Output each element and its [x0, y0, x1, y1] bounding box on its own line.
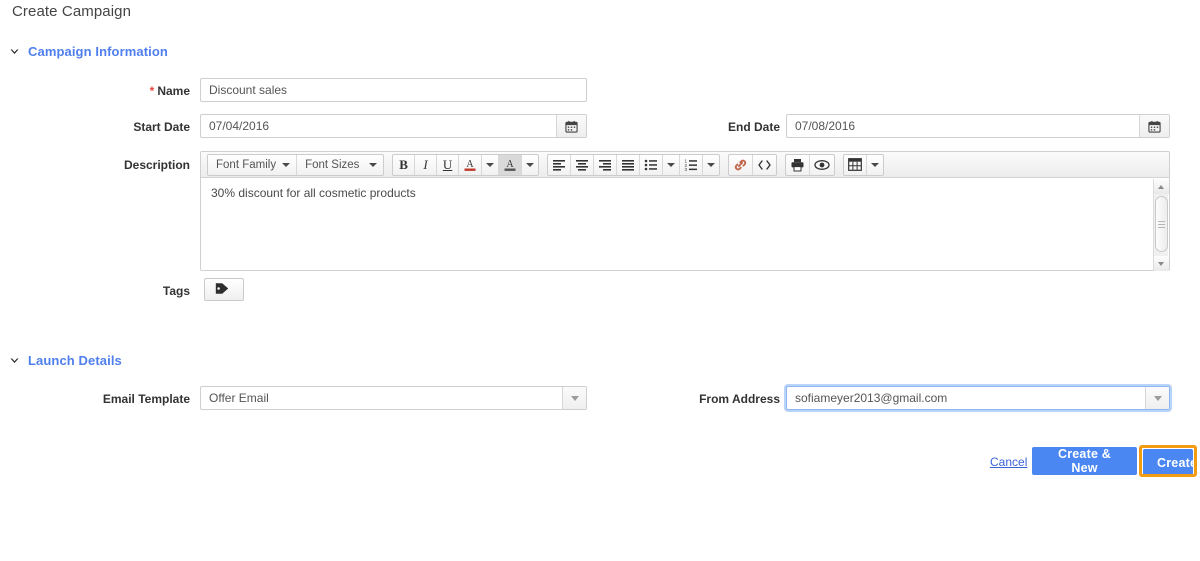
font-sizes-label: Font Sizes	[305, 158, 360, 171]
align-right-icon[interactable]	[594, 154, 618, 175]
calendar-icon-end-date[interactable]	[1139, 115, 1169, 137]
scroll-thumb-grip	[1157, 219, 1165, 230]
label-name: * Name	[112, 84, 190, 98]
start-date-field[interactable]	[200, 114, 587, 138]
toolbar-group-text-style: B I U A A	[392, 153, 540, 176]
label-description: Description	[123, 158, 190, 172]
end-date-field[interactable]	[786, 114, 1170, 138]
print-icon[interactable]	[786, 154, 811, 175]
description-editor[interactable]: Font Family Font Sizes B I U A A 1 2 3 3…	[200, 151, 1170, 271]
bullet-list-icon[interactable]	[640, 154, 664, 175]
font-sizes-dropdown[interactable]: Font Sizes	[297, 155, 383, 175]
description-body[interactable]: 30% discount for all cosmetic products	[201, 178, 1169, 270]
toolbar-group-alignment: 1 2 3	[547, 153, 721, 176]
toolbar-group-output	[785, 153, 836, 176]
label-email-template: Email Template	[102, 392, 190, 406]
font-family-dropdown[interactable]: Font Family	[208, 154, 298, 175]
scroll-down-arrow-icon[interactable]	[1153, 256, 1169, 271]
align-justify-icon[interactable]	[617, 154, 641, 175]
italic-icon[interactable]: I	[415, 154, 438, 175]
tags-button[interactable]	[204, 278, 244, 301]
align-center-icon[interactable]	[571, 154, 595, 175]
table-caret-down-icon[interactable]	[867, 155, 883, 175]
text-color-caret-down-icon[interactable]	[482, 154, 500, 175]
create-and-new-button[interactable]: Create & New	[1032, 447, 1137, 475]
caret-down-icon-email-template[interactable]	[562, 387, 586, 409]
bold-icon[interactable]: B	[393, 154, 416, 175]
page-title: Create Campaign	[12, 3, 132, 20]
name-input[interactable]	[200, 78, 587, 102]
scroll-up-arrow-icon[interactable]	[1153, 179, 1169, 194]
scrollbar-track[interactable]	[1154, 194, 1169, 256]
numbered-list-icon[interactable]: 1 2 3	[680, 154, 704, 175]
section-label-campaign-information: Campaign Information	[28, 44, 168, 59]
description-text: 30% discount for all cosmetic products	[211, 186, 416, 200]
text-color-icon[interactable]: A	[459, 154, 483, 175]
source-code-icon[interactable]	[753, 155, 776, 175]
editor-toolbar: Font Family Font Sizes B I U A A 1 2 3	[201, 152, 1169, 178]
align-left-icon[interactable]	[548, 154, 572, 175]
toolbar-group-fonts: Font Family Font Sizes	[207, 153, 385, 176]
label-from-address: From Address	[699, 392, 780, 406]
tag-icon	[215, 282, 229, 298]
toolbar-group-insert	[728, 153, 778, 176]
bullet-list-caret-down-icon[interactable]	[663, 154, 681, 175]
table-icon[interactable]	[844, 154, 868, 175]
label-end-date: End Date	[727, 120, 780, 134]
caret-down-icon-from-address[interactable]	[1145, 387, 1169, 409]
label-name-text: Name	[157, 84, 190, 98]
scroll-thumb[interactable]	[1154, 196, 1168, 252]
underline-icon[interactable]: U	[437, 154, 460, 175]
email-template-value: Offer Email	[209, 391, 269, 405]
font-family-label: Font Family	[216, 158, 277, 171]
label-start-date: Start Date	[133, 120, 190, 134]
required-asterisk: *	[149, 84, 155, 98]
background-color-caret-down-icon[interactable]	[522, 155, 538, 175]
label-tags: Tags	[162, 284, 190, 298]
section-label-launch-details: Launch Details	[28, 353, 122, 368]
background-color-icon[interactable]: A	[499, 154, 523, 175]
description-scrollbar[interactable]	[1153, 179, 1169, 271]
caret-down-icon	[369, 162, 378, 167]
section-header-campaign-information[interactable]: Campaign Information	[8, 44, 168, 59]
link-icon[interactable]	[729, 154, 754, 175]
email-template-select[interactable]: Offer Email	[200, 386, 587, 410]
from-address-value: sofiameyer2013@gmail.com	[795, 391, 948, 405]
from-address-select[interactable]: sofiameyer2013@gmail.com	[786, 386, 1170, 410]
create-button[interactable]: Create	[1143, 449, 1197, 477]
section-header-launch-details[interactable]: Launch Details	[8, 353, 122, 368]
toolbar-group-table	[843, 153, 885, 176]
caret-down-icon	[282, 162, 291, 167]
start-date-input[interactable]	[201, 115, 556, 137]
numbered-list-caret-down-icon[interactable]	[703, 155, 719, 175]
end-date-input[interactable]	[787, 115, 1139, 137]
svg-text:A: A	[506, 159, 514, 170]
eye-icon[interactable]	[810, 155, 834, 175]
svg-text:A: A	[466, 159, 474, 170]
calendar-icon-start-date[interactable]	[556, 115, 586, 137]
chevron-down-icon	[8, 354, 21, 367]
cancel-button[interactable]: Cancel	[990, 455, 1027, 469]
chevron-down-icon	[8, 45, 21, 58]
svg-text:3: 3	[685, 167, 688, 171]
